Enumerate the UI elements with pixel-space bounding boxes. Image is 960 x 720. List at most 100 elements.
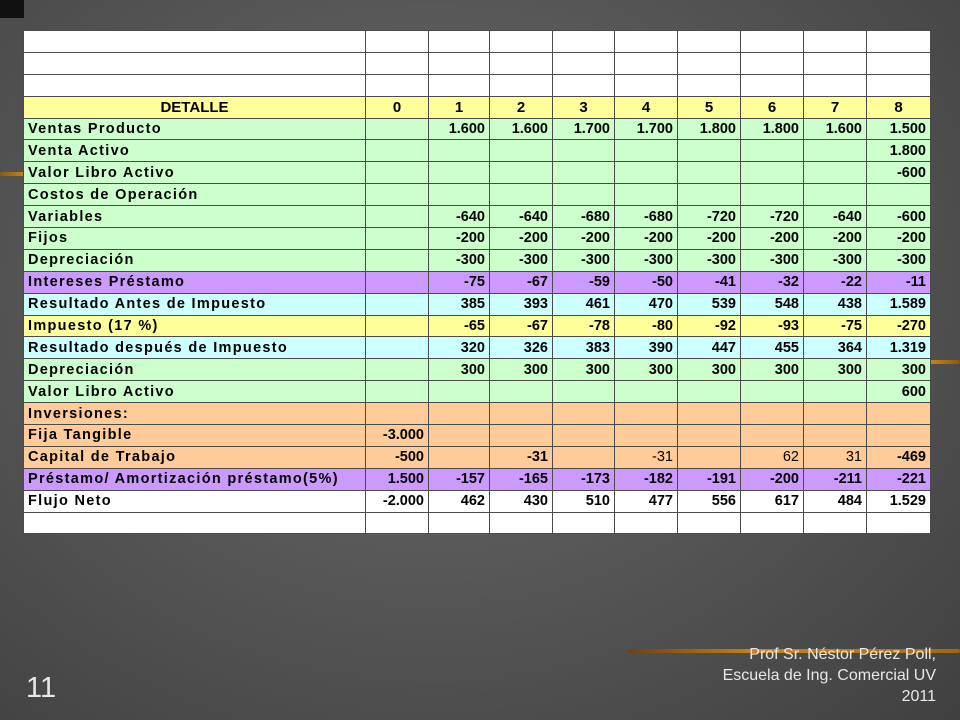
value-cell: -200 bbox=[866, 227, 931, 250]
value-cell bbox=[365, 205, 429, 229]
value-cell: 438 bbox=[803, 292, 867, 316]
row-label: Resultado Antes de Impuesto bbox=[23, 292, 366, 316]
value-cell: 300 bbox=[428, 358, 490, 382]
value-cell: -59 bbox=[552, 270, 615, 294]
value-cell: -2.000 bbox=[365, 489, 429, 513]
value-cell bbox=[365, 227, 429, 250]
value-cell: 390 bbox=[614, 336, 678, 360]
value-cell bbox=[428, 445, 490, 469]
cash-flow-table-container: DETALLE 0 1 2 3 4 5 6 7 8 Ventas Producto 1.600 1.6… bbox=[23, 30, 931, 535]
header-cell-period-1: 1 bbox=[428, 95, 490, 119]
value-cell bbox=[866, 402, 931, 426]
table-row: Depreciación -300 -300 -300 -300 -300 -300 -300… bbox=[23, 248, 931, 272]
row-label: Depreciación bbox=[23, 358, 366, 382]
value-cell: -31 bbox=[614, 445, 678, 469]
cash-flow-table: DETALLE 0 1 2 3 4 5 6 7 8 Ventas Producto 1.600 1.6… bbox=[23, 30, 931, 535]
row-label: Capital de Trabajo bbox=[23, 445, 366, 469]
table-row: Fija Tangible -3.000 bbox=[23, 424, 931, 447]
header-cell-period-3: 3 bbox=[552, 95, 615, 119]
value-cell: -300 bbox=[489, 248, 553, 272]
value-cell bbox=[803, 424, 867, 447]
table-row: Ventas Producto 1.600 1.600 1.700 1.700 1.800… bbox=[23, 117, 931, 141]
value-cell bbox=[552, 139, 615, 163]
value-cell: 1.600 bbox=[428, 117, 490, 141]
value-cell: -67 bbox=[489, 270, 553, 294]
value-cell: -50 bbox=[614, 270, 678, 294]
value-cell: -93 bbox=[740, 314, 804, 338]
header-cell-period-5: 5 bbox=[677, 95, 741, 119]
value-cell: -600 bbox=[866, 161, 931, 185]
row-label: Intereses Préstamo bbox=[23, 270, 366, 294]
table-row: Valor Libro Activo 600 bbox=[23, 380, 931, 404]
value-cell: -200 bbox=[614, 227, 678, 250]
value-cell bbox=[803, 139, 867, 163]
value-cell: -469 bbox=[866, 445, 931, 469]
table-body: DETALLE 0 1 2 3 4 5 6 7 8 Ventas Producto 1.600 1.6… bbox=[23, 30, 931, 535]
header-cell-period-0: 0 bbox=[365, 95, 429, 119]
value-cell: -200 bbox=[740, 467, 804, 491]
value-cell bbox=[677, 424, 741, 447]
value-cell: 484 bbox=[803, 489, 867, 513]
table-row: Préstamo/ Amortización préstamo(5%) 1.500… bbox=[23, 467, 931, 491]
value-cell: -720 bbox=[677, 205, 741, 229]
value-cell: -41 bbox=[677, 270, 741, 294]
value-cell: -92 bbox=[677, 314, 741, 338]
value-cell: 393 bbox=[489, 292, 553, 316]
value-cell bbox=[614, 380, 678, 404]
value-cell bbox=[365, 248, 429, 272]
value-cell: -200 bbox=[677, 227, 741, 250]
value-cell: -680 bbox=[552, 205, 615, 229]
value-cell: -3.000 bbox=[365, 424, 429, 447]
table-row: Variables -640 -640 -680 -680 -720 -720 -640 -60… bbox=[23, 205, 931, 229]
value-cell bbox=[365, 336, 429, 360]
value-cell bbox=[365, 183, 429, 207]
value-cell: 447 bbox=[677, 336, 741, 360]
value-cell: 1.800 bbox=[740, 117, 804, 141]
table-row: Valor Libro Activo -600 bbox=[23, 161, 931, 185]
value-cell: 1.319 bbox=[866, 336, 931, 360]
value-cell: 477 bbox=[614, 489, 678, 513]
table-row: Capital de Trabajo -500 -31 -31 62 31 -469 bbox=[23, 445, 931, 469]
blank-row bbox=[23, 511, 931, 535]
value-cell: 300 bbox=[614, 358, 678, 382]
row-label: Valor Libro Activo bbox=[23, 161, 366, 185]
table-row: Resultado Antes de Impuesto 385 393 461 470 5… bbox=[23, 292, 931, 316]
slide-number: 11 bbox=[26, 672, 57, 704]
value-cell bbox=[740, 380, 804, 404]
value-cell bbox=[365, 270, 429, 294]
value-cell: -300 bbox=[866, 248, 931, 272]
value-cell: -200 bbox=[489, 227, 553, 250]
value-cell: 31 bbox=[803, 445, 867, 469]
value-cell: 461 bbox=[552, 292, 615, 316]
value-cell bbox=[677, 445, 741, 469]
value-cell: 470 bbox=[614, 292, 678, 316]
value-cell bbox=[365, 139, 429, 163]
row-label: Fijos bbox=[23, 227, 366, 250]
table-row: Intereses Préstamo -75 -67 -59 -50 -41 -32 -22-… bbox=[23, 270, 931, 294]
value-cell: 320 bbox=[428, 336, 490, 360]
value-cell: 300 bbox=[489, 358, 553, 382]
value-cell: -157 bbox=[428, 467, 490, 491]
table-row: Fijos -200 -200 -200 -200 -200 -200 -200 -200 bbox=[23, 227, 931, 250]
value-cell bbox=[365, 117, 429, 141]
value-cell: -300 bbox=[428, 248, 490, 272]
value-cell: 1.500 bbox=[866, 117, 931, 141]
value-cell: -500 bbox=[365, 445, 429, 469]
value-cell bbox=[866, 183, 931, 207]
row-label: Costos de Operación bbox=[23, 183, 366, 207]
value-cell: -300 bbox=[740, 248, 804, 272]
header-cell-period-4: 4 bbox=[614, 95, 678, 119]
value-cell: -300 bbox=[803, 248, 867, 272]
value-cell bbox=[489, 402, 553, 426]
blank-row bbox=[23, 51, 931, 75]
value-cell bbox=[489, 139, 553, 163]
header-cell-detalle: DETALLE bbox=[23, 95, 366, 119]
table-row: Inversiones: bbox=[23, 402, 931, 426]
value-cell: 1.529 bbox=[866, 489, 931, 513]
value-cell bbox=[365, 380, 429, 404]
row-label: Variables bbox=[23, 205, 366, 229]
value-cell: 300 bbox=[552, 358, 615, 382]
value-cell bbox=[740, 139, 804, 163]
header-cell-period-2: 2 bbox=[489, 95, 553, 119]
value-cell: -80 bbox=[614, 314, 678, 338]
